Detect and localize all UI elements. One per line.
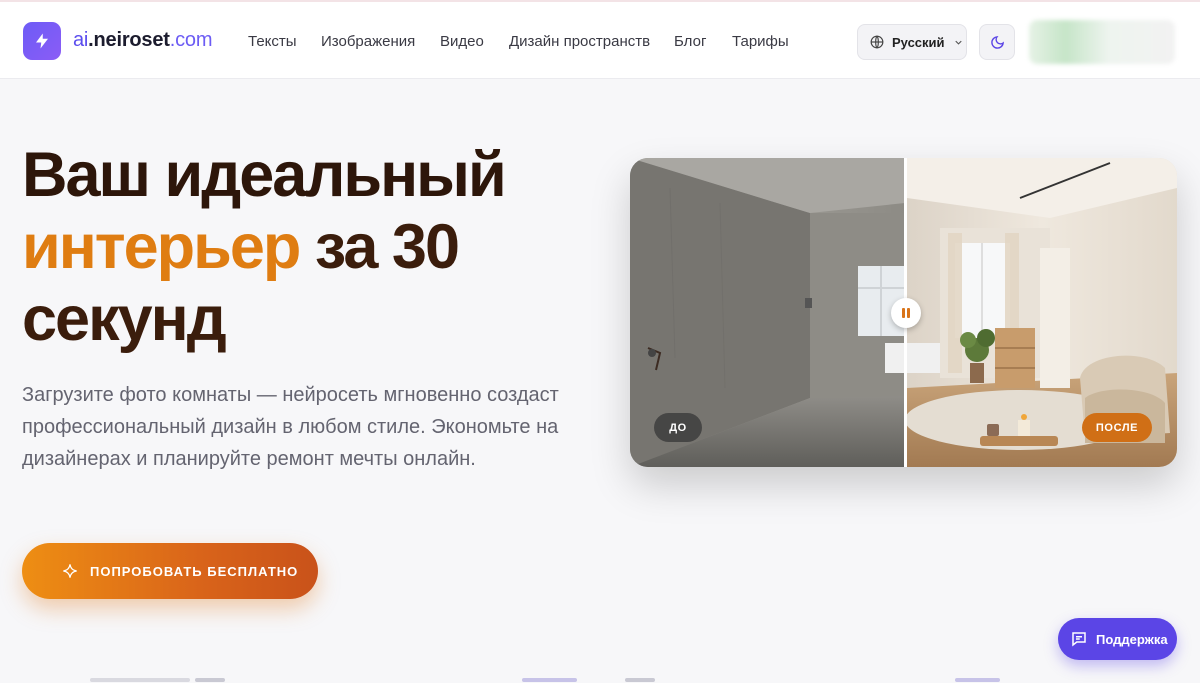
support-label: Поддержка xyxy=(1096,631,1168,647)
hero-title: Ваш идеальный интерьер за 30 секунд xyxy=(22,139,582,355)
try-free-button[interactable]: ПОПРОБОВАТЬ БЕСПЛАТНО xyxy=(22,543,318,599)
nav-item-blog[interactable]: Блог xyxy=(674,33,706,50)
moon-icon xyxy=(990,35,1004,49)
peek-mark xyxy=(90,678,190,682)
support-chat-button[interactable]: Поддержка xyxy=(1058,618,1177,660)
hero-title-line2: за 30 xyxy=(299,212,460,282)
next-section-peek xyxy=(0,676,1200,683)
user-profile-blurred[interactable] xyxy=(1029,20,1175,64)
top-navbar: ai.neiroset.com Тексты Изображения Видео… xyxy=(0,0,1200,79)
nav-item-space-design[interactable]: Дизайн пространств xyxy=(509,33,650,50)
logo-prefix: ai xyxy=(73,29,89,51)
after-badge: ПОСЛЕ xyxy=(1082,413,1152,442)
hero-title-highlight: интерьер xyxy=(22,212,301,282)
before-after-comparison[interactable]: ДО ПОСЛЕ xyxy=(630,158,1177,467)
language-label: Русский xyxy=(892,34,945,50)
peek-mark xyxy=(522,678,577,682)
sparkle-icon xyxy=(63,564,77,578)
nav-item-video[interactable]: Видео xyxy=(440,33,484,50)
pause-button[interactable] xyxy=(891,298,921,328)
logo-name: .neiroset xyxy=(88,29,170,51)
logo-suffix: .com xyxy=(169,29,213,51)
nav-item-texts[interactable]: Тексты xyxy=(248,33,297,50)
bolt-icon xyxy=(36,33,48,49)
nav-item-pricing[interactable]: Тарифы xyxy=(732,33,789,50)
logo-badge[interactable] xyxy=(23,22,61,60)
globe-icon xyxy=(870,35,884,49)
peek-mark xyxy=(955,678,1000,682)
nav-item-images[interactable]: Изображения xyxy=(321,33,415,50)
logo-text[interactable]: ai.neiroset.com xyxy=(73,29,212,52)
peek-mark xyxy=(195,678,225,682)
chevron-down-icon xyxy=(954,40,962,45)
theme-toggle-button[interactable] xyxy=(979,24,1015,60)
hero-title-line1: Ваш идеальный xyxy=(22,140,507,210)
try-free-label: ПОПРОБОВАТЬ БЕСПЛАТНО xyxy=(90,563,299,579)
hero-subtitle: Загрузите фото комнаты — нейросеть мгнов… xyxy=(22,384,559,470)
chat-icon xyxy=(1072,632,1086,647)
hero-title-line3: секунд xyxy=(22,284,227,354)
pause-icon xyxy=(902,308,910,318)
peek-mark xyxy=(625,678,655,682)
language-selector[interactable]: Русский xyxy=(857,24,967,60)
before-badge: ДО xyxy=(654,413,702,442)
